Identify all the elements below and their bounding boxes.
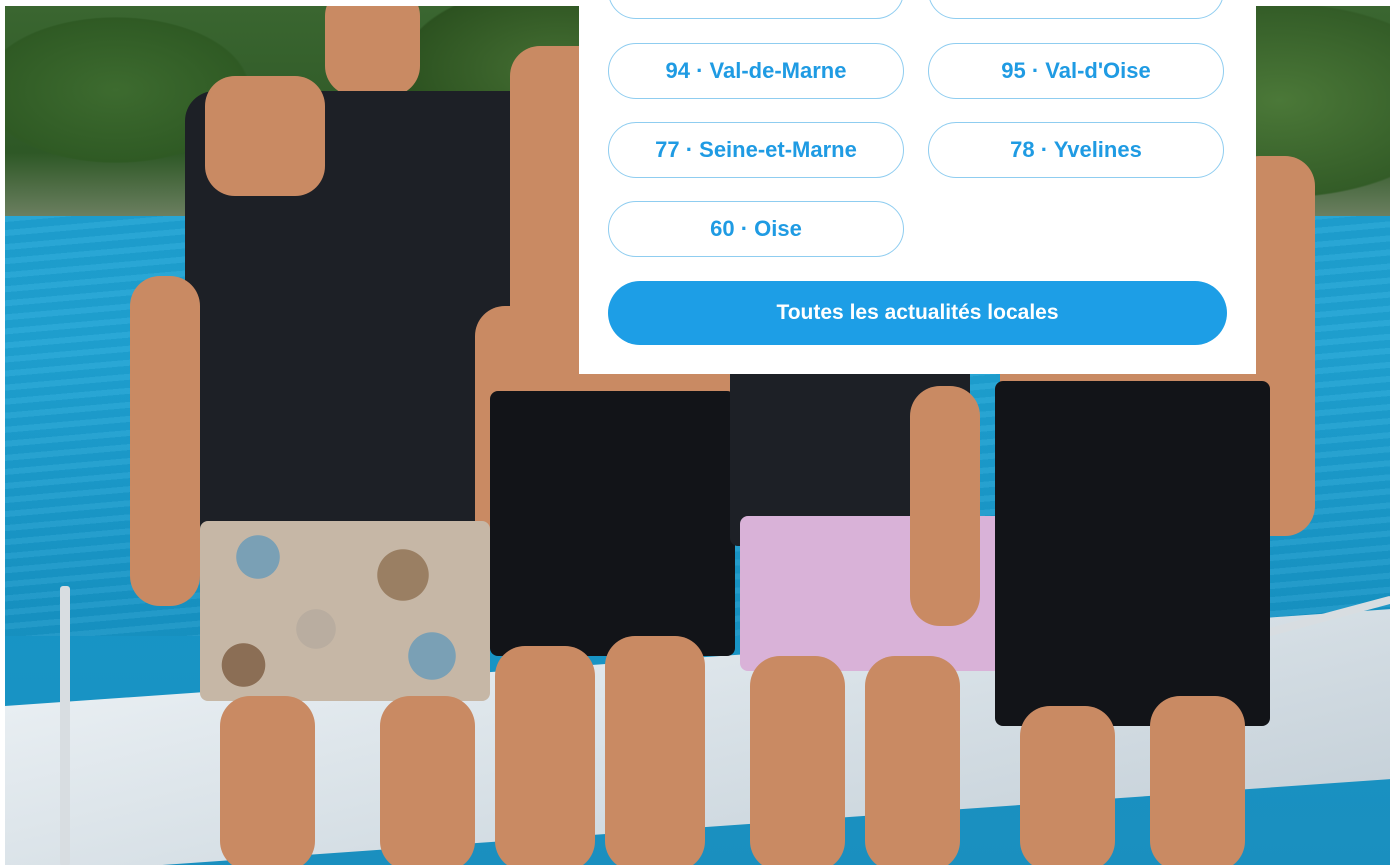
department-button-77[interactable]: 77 · Seine-et-Marne bbox=[608, 122, 904, 178]
department-button-60[interactable]: 60 · Oise bbox=[608, 201, 904, 257]
department-button-92[interactable]: 92 · Hauts-de-Seine bbox=[608, 0, 904, 19]
all-local-news-button[interactable]: Toutes les actualités locales bbox=[608, 281, 1227, 345]
department-button-93[interactable]: 93 · Seine-Saint-Denis bbox=[928, 0, 1224, 19]
department-button-94[interactable]: 94 · Val-de-Marne bbox=[608, 43, 904, 99]
page: 92 · Hauts-de-Seine 93 · Seine-Saint-Den… bbox=[0, 0, 1395, 865]
department-button-95[interactable]: 95 · Val-d'Oise bbox=[928, 43, 1224, 99]
local-news-panel: 92 · Hauts-de-Seine 93 · Seine-Saint-Den… bbox=[579, 0, 1256, 374]
department-button-78[interactable]: 78 · Yvelines bbox=[928, 122, 1224, 178]
photo-boat-rail bbox=[60, 586, 70, 865]
